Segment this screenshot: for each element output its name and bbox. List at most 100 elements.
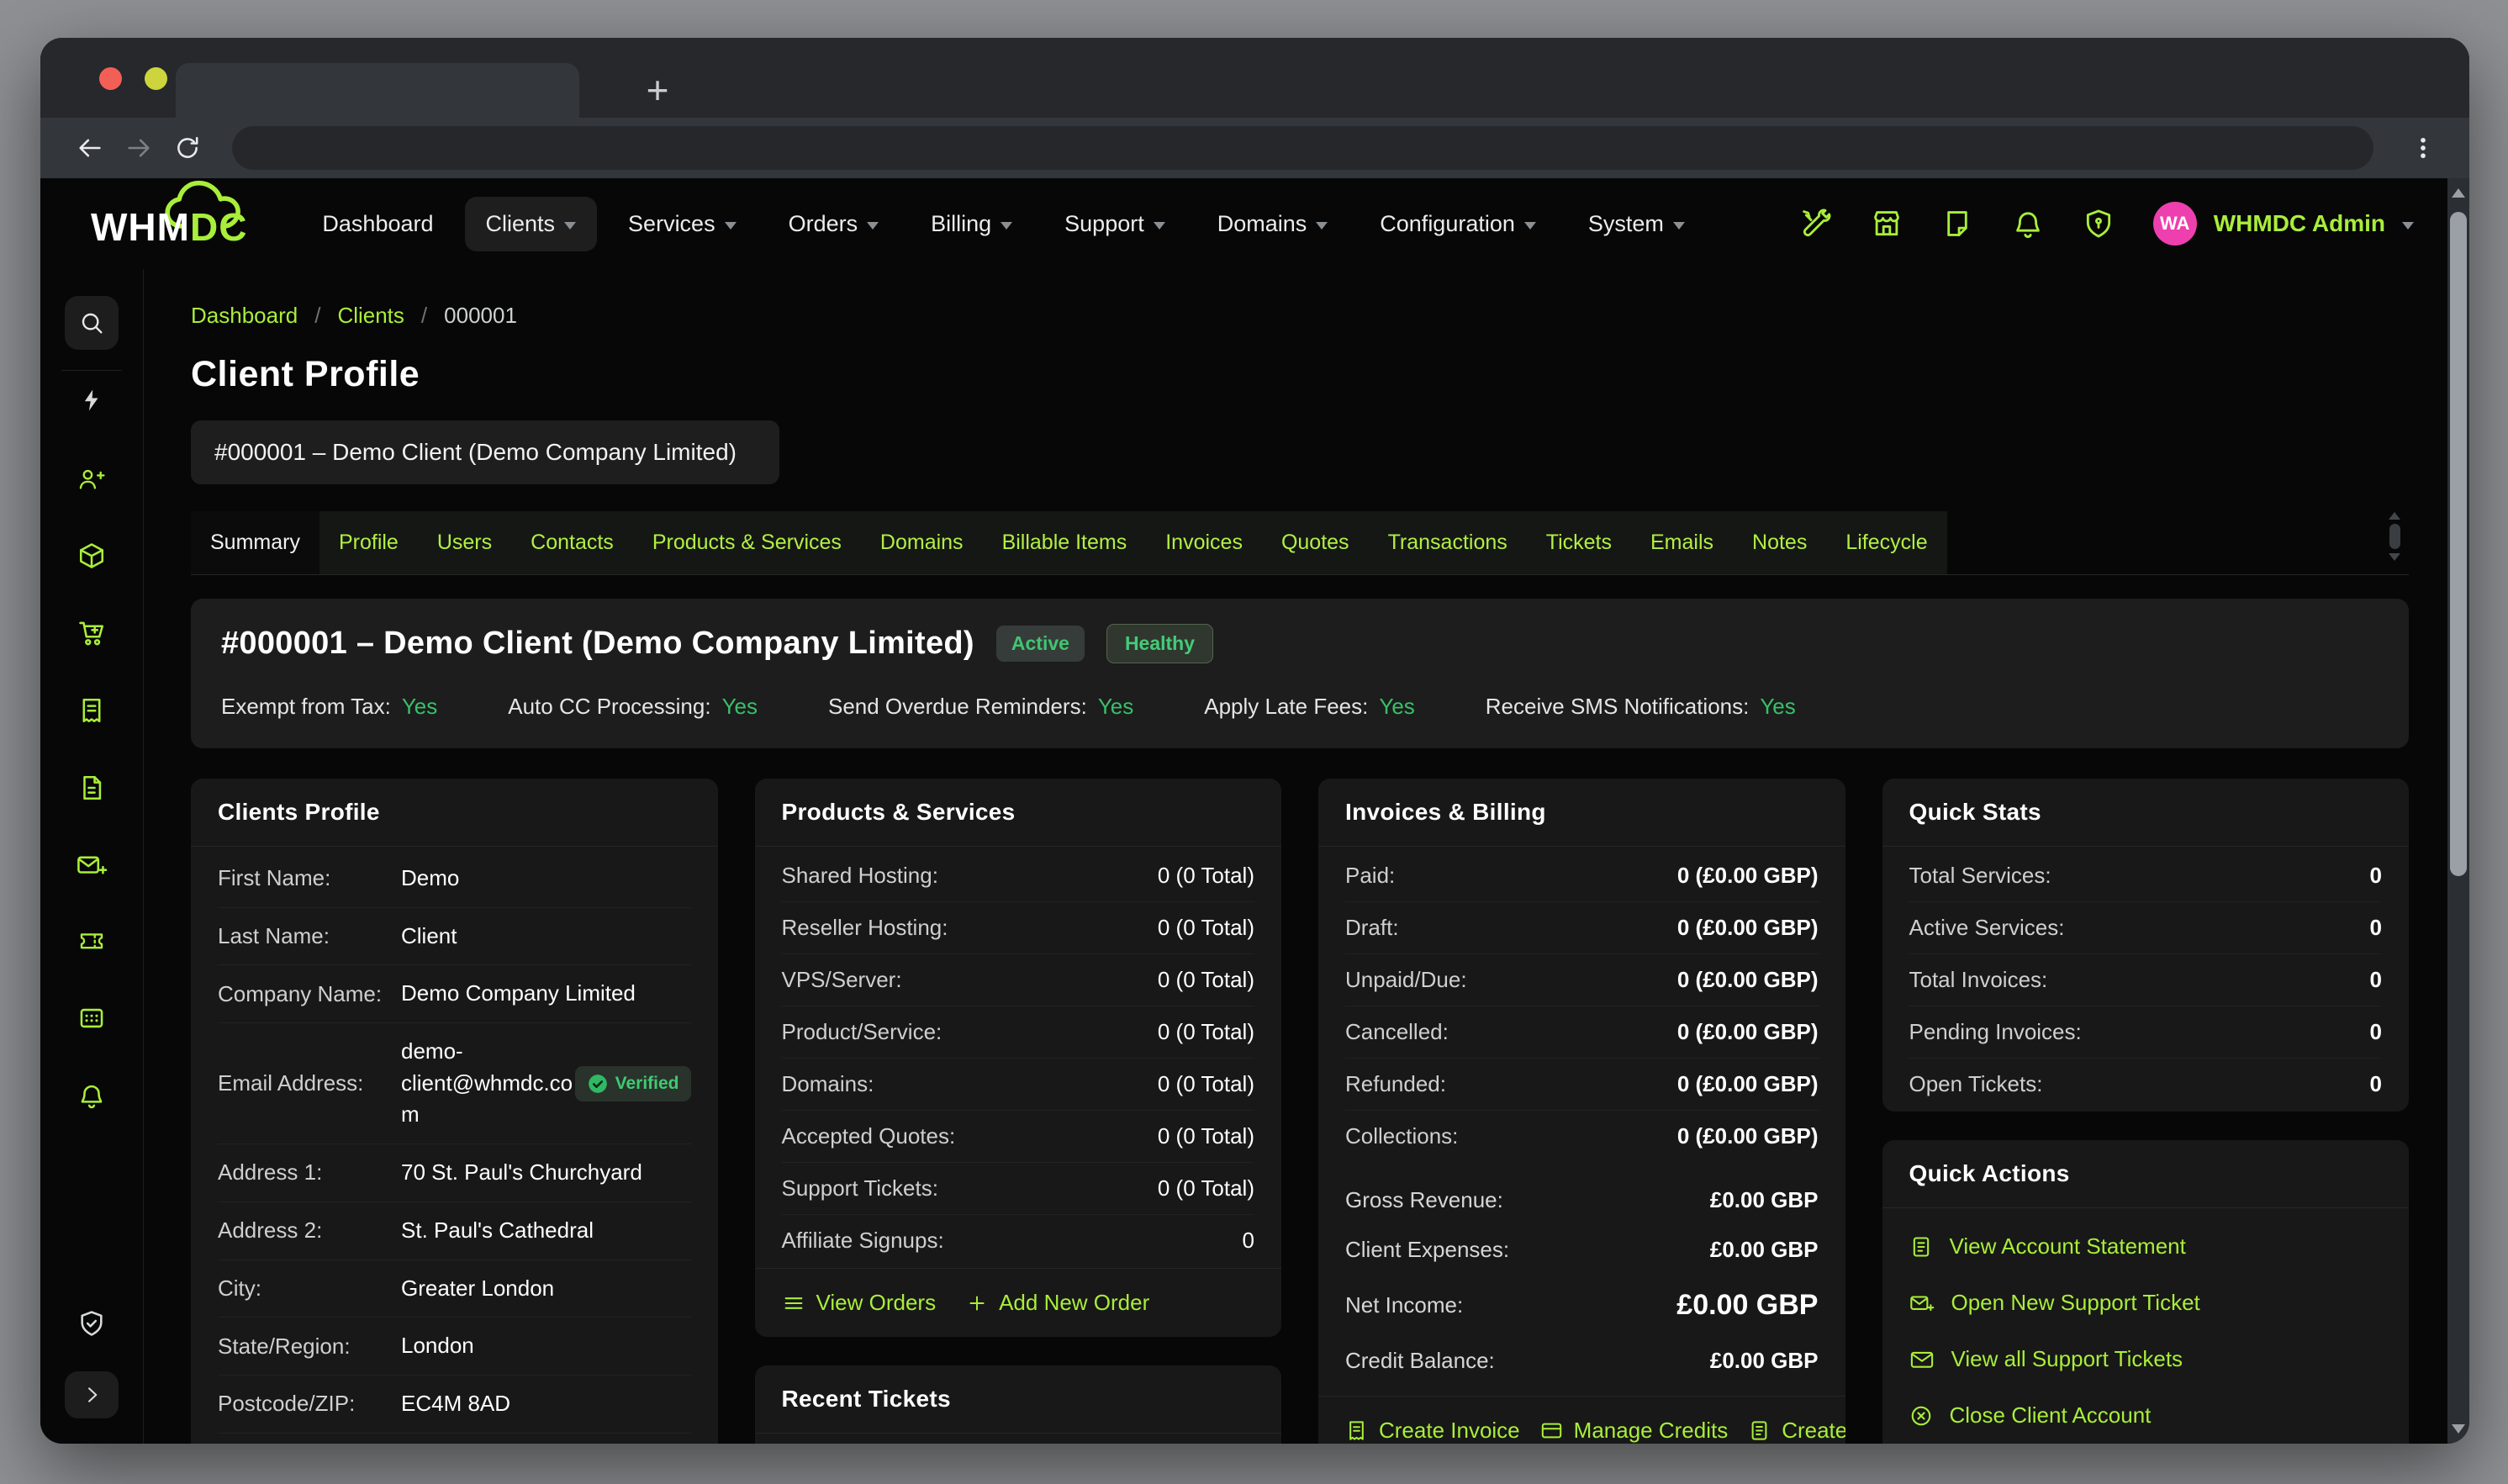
minimize-window-button[interactable] xyxy=(145,67,167,90)
link-label: View Orders xyxy=(816,1290,937,1316)
row-value: Client xyxy=(401,921,457,953)
row-value: 0 (0 Total) xyxy=(1158,1123,1254,1149)
open-new-support-ticket-link[interactable]: Open New Support Ticket xyxy=(1909,1275,2383,1331)
notifications-button[interactable] xyxy=(2012,208,2044,240)
flag-label: Receive SMS Notifications: xyxy=(1486,694,1750,720)
nav-configuration[interactable]: Configuration xyxy=(1359,197,1557,251)
table-row: Total Services:0 xyxy=(1909,850,2383,902)
table-row: Pending Invoices:0 xyxy=(1909,1006,2383,1059)
tab-invoices[interactable]: Invoices xyxy=(1146,511,1262,574)
tab-summary[interactable]: Summary xyxy=(191,511,319,574)
breadcrumb-dashboard[interactable]: Dashboard xyxy=(191,303,298,329)
nav-support[interactable]: Support xyxy=(1043,197,1186,251)
summary-row-net-income: Net Income:£0.00 GBP xyxy=(1345,1275,1819,1336)
row-value: £0.00 GBP xyxy=(1710,1348,1819,1374)
sidebar-expand-button[interactable] xyxy=(65,1371,119,1418)
sidebar-search-button[interactable] xyxy=(65,296,119,350)
nav-orders[interactable]: Orders xyxy=(768,197,900,251)
create-new-quote-link[interactable]: Create New Quote xyxy=(1748,1418,1845,1444)
sidebar-calculator-button[interactable] xyxy=(77,1004,107,1032)
client-selector[interactable]: #000001 – Demo Client (Demo Company Limi… xyxy=(191,420,779,484)
tab-quotes[interactable]: Quotes xyxy=(1262,511,1369,574)
sidebar-orders-button[interactable] xyxy=(77,619,107,647)
notes-button[interactable] xyxy=(1941,208,1973,240)
url-bar[interactable] xyxy=(232,126,2373,170)
tab-domains[interactable]: Domains xyxy=(861,511,983,574)
table-row: Paid:0 (£0.00 GBP) xyxy=(1345,850,1819,902)
tab-transactions[interactable]: Transactions xyxy=(1369,511,1527,574)
page: WHMDC Dashboard Clients Services Orders … xyxy=(40,178,2447,1444)
chevron-right-icon xyxy=(80,1383,103,1407)
add-new-order-link[interactable]: Add New Order xyxy=(966,1290,1149,1316)
reload-button[interactable] xyxy=(163,124,212,172)
tab-profile[interactable]: Profile xyxy=(319,511,418,574)
sidebar-new-ticket-button[interactable] xyxy=(76,851,108,879)
tab-lifecycle[interactable]: Lifecycle xyxy=(1826,511,1946,574)
scroll-down-arrow-icon[interactable] xyxy=(2452,1424,2465,1434)
scrollbar-thumb[interactable] xyxy=(2450,212,2467,876)
tab-emails[interactable]: Emails xyxy=(1631,511,1733,574)
create-invoice-link[interactable]: Create Invoice xyxy=(1345,1418,1520,1444)
view-account-statement-link[interactable]: View Account Statement xyxy=(1909,1218,2383,1275)
sidebar-tickets-button[interactable] xyxy=(77,928,107,955)
link-label: Add New Order xyxy=(999,1290,1149,1316)
back-button[interactable] xyxy=(66,124,114,172)
security-button[interactable] xyxy=(2083,208,2115,240)
link-label: Create Invoice xyxy=(1379,1418,1520,1444)
row-value: 0 (0 Total) xyxy=(1158,863,1254,889)
mail-icon xyxy=(1909,1348,1935,1371)
link-label: View Account Statement xyxy=(1950,1233,2186,1260)
sidebar-invoices-button[interactable] xyxy=(77,696,106,725)
view-orders-link[interactable]: View Orders xyxy=(782,1290,937,1316)
browser-menu-button[interactable] xyxy=(2399,124,2447,172)
tab-tickets[interactable]: Tickets xyxy=(1527,511,1631,574)
health-badge[interactable]: Healthy xyxy=(1106,624,1213,663)
browser-tab[interactable] xyxy=(176,63,579,118)
sidebar-add-client-button[interactable] xyxy=(77,466,106,493)
row-label: Domains: xyxy=(782,1071,874,1097)
sidebar-notifications-button[interactable] xyxy=(77,1081,106,1110)
manage-credits-link[interactable]: Manage Credits xyxy=(1540,1418,1729,1444)
credit-card-icon xyxy=(1540,1419,1563,1442)
whmdc-logo[interactable]: WHMDC xyxy=(91,198,247,250)
nav-services[interactable]: Services xyxy=(607,197,758,251)
table-row: Country:GB xyxy=(218,1434,691,1444)
nav-clients[interactable]: Clients xyxy=(465,197,598,251)
admin-menu[interactable]: WA WHMDC Admin xyxy=(2153,202,2414,246)
nav-dashboard[interactable]: Dashboard xyxy=(301,197,454,251)
tab-products-services[interactable]: Products & Services xyxy=(633,511,861,574)
tab-users[interactable]: Users xyxy=(418,511,511,574)
table-row: Reseller Hosting:0 (0 Total) xyxy=(782,902,1255,954)
row-value: £0.00 GBP xyxy=(1676,1289,1818,1322)
sidebar-products-button[interactable] xyxy=(77,541,106,570)
row-label: Paid: xyxy=(1345,863,1395,889)
page-scrollbar[interactable] xyxy=(2447,178,2469,1444)
tabs-scrollbar[interactable] xyxy=(2389,512,2400,561)
sidebar-quotes-button[interactable] xyxy=(77,774,106,802)
tab-notes[interactable]: Notes xyxy=(1733,511,1826,574)
store-button[interactable] xyxy=(1871,208,1903,240)
sidebar-automation-button[interactable] xyxy=(79,388,104,417)
row-value: 0 (0 Total) xyxy=(1158,1175,1254,1201)
check-circle-icon xyxy=(587,1073,609,1095)
tab-contacts[interactable]: Contacts xyxy=(511,511,633,574)
nav-domains[interactable]: Domains xyxy=(1196,197,1349,251)
sidebar-security-button[interactable] xyxy=(77,1309,106,1338)
browser-titlebar: + xyxy=(40,38,2469,118)
row-label: Open Tickets: xyxy=(1909,1071,2043,1097)
breadcrumb-clients[interactable]: Clients xyxy=(337,303,404,329)
tools-button[interactable] xyxy=(1800,208,1832,240)
nav-billing[interactable]: Billing xyxy=(910,197,1033,251)
forward-button[interactable] xyxy=(114,124,163,172)
table-row: State/Region:London xyxy=(218,1318,691,1376)
close-client-account-link[interactable]: Close Client Account xyxy=(1909,1387,2383,1444)
tab-billable-items[interactable]: Billable Items xyxy=(983,511,1147,574)
nav-system[interactable]: System xyxy=(1567,197,1706,251)
scroll-up-arrow-icon[interactable] xyxy=(2452,188,2465,198)
row-label: Pending Invoices: xyxy=(1909,1019,2082,1045)
flag-label: Exempt from Tax: xyxy=(221,694,391,720)
row-label: Address 1: xyxy=(218,1159,401,1186)
close-window-button[interactable] xyxy=(99,67,122,90)
view-all-support-tickets-link[interactable]: View all Support Tickets xyxy=(1909,1331,2383,1387)
new-tab-button[interactable]: + xyxy=(629,61,686,119)
